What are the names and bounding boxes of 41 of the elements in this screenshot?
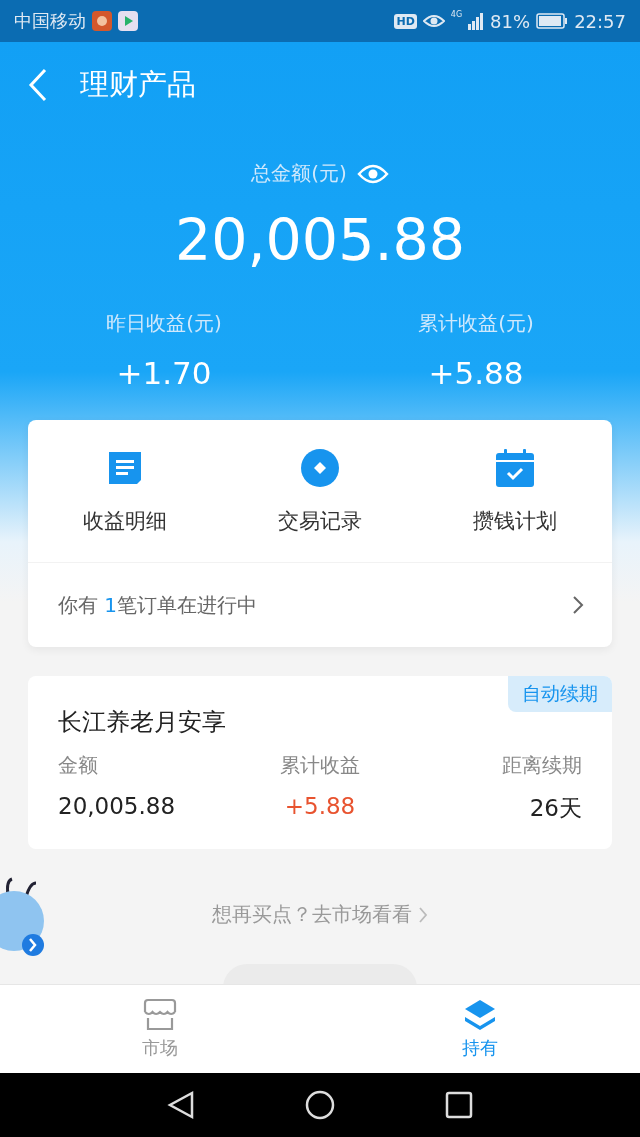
total-amount: 20,005.88 <box>173 207 467 273</box>
battery-percent: 81% <box>490 10 531 32</box>
product-name: 长江养老月安享 <box>58 707 227 738</box>
field-value: 20,005.88 <box>58 793 177 819</box>
battery-icon <box>536 13 569 29</box>
carrier-name: 中国移动 <box>14 9 86 33</box>
hd-badge: HD <box>394 13 417 29</box>
stat-label: 累计收益(元) <box>418 310 534 337</box>
recents-icon[interactable] <box>445 1091 473 1119</box>
total-label: 总金额(元) <box>251 160 347 187</box>
action-button[interactable]: 收益明细 <box>28 420 223 562</box>
eye-icon <box>422 13 445 29</box>
back-icon[interactable] <box>167 1090 195 1120</box>
action-button[interactable]: 交易记录 <box>222 420 418 562</box>
field-label: 金额 <box>58 752 99 779</box>
stat-value: +5.88 <box>428 355 524 391</box>
field-value: +5.88 <box>284 793 356 819</box>
chevron-right-icon[interactable] <box>572 595 584 615</box>
eye-icon[interactable] <box>356 162 389 185</box>
field-label: 累计收益 <box>280 752 360 779</box>
network-type: 4G <box>450 10 463 19</box>
coin-icon <box>300 448 340 488</box>
stat-value: +1.70 <box>116 355 212 391</box>
page-title: 理财产品 <box>80 65 196 103</box>
auto-renew-tag: 自动续期 <box>508 676 612 712</box>
tab[interactable]: 市场 <box>0 985 320 1073</box>
video-app-icon <box>118 11 138 31</box>
field-value: 26天 <box>529 794 582 823</box>
action-button[interactable]: 攒钱计划 <box>417 420 612 562</box>
stat-label: 昨日收益(元) <box>106 310 222 337</box>
layers-icon <box>463 998 497 1032</box>
signal-icon <box>468 12 485 30</box>
calendar-icon <box>494 448 535 488</box>
shop-icon <box>142 998 178 1032</box>
field-label: 距离续期 <box>502 752 582 779</box>
home-icon[interactable] <box>305 1090 335 1120</box>
order-notice[interactable]: 你有 1笔订单在进行中 <box>58 591 258 619</box>
tab[interactable]: 持有 <box>320 985 640 1073</box>
clock-time: 22:57 <box>574 10 626 32</box>
chevron-right-icon <box>418 905 428 924</box>
app-icon <box>92 11 112 31</box>
